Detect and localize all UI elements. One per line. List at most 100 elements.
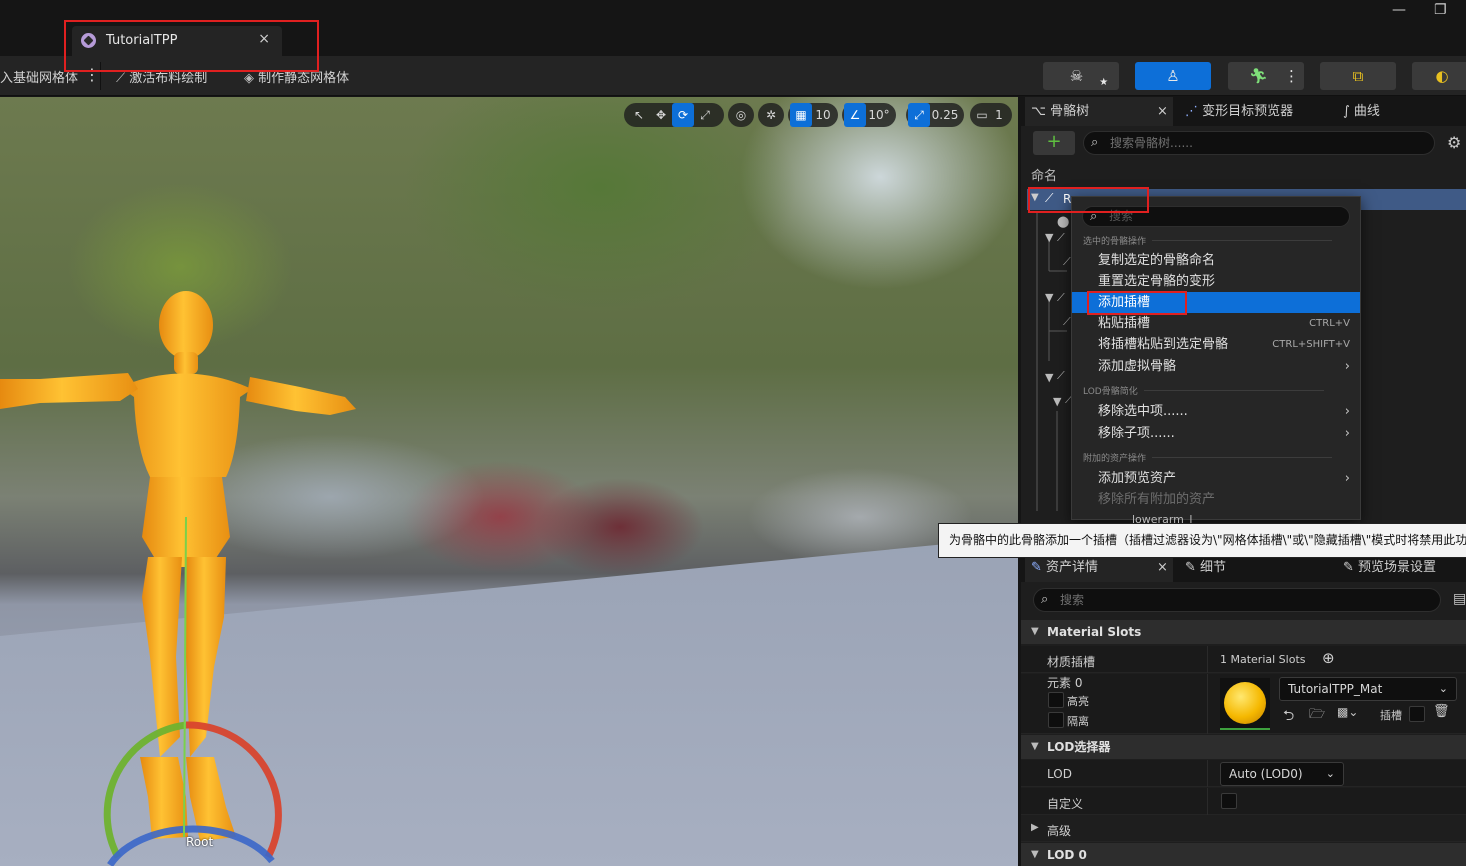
collapse-triangle-icon: ▼ xyxy=(1031,741,1039,752)
trash-icon[interactable]: 🗑 xyxy=(1433,704,1450,719)
menu-add-preview-asset[interactable]: 添加预览资产 › xyxy=(1072,468,1360,489)
grid-snap-toggle[interactable]: ▦ 10 xyxy=(788,103,838,127)
details-pencil-icon: ✎ xyxy=(1185,560,1196,575)
add-slot-icon[interactable]: ⊕ xyxy=(1322,649,1335,667)
settings-gear-icon[interactable]: ⚙ xyxy=(1447,133,1461,152)
lod-select-value: Auto (LOD0) xyxy=(1229,767,1303,781)
scale-tool-icon[interactable]: ⤢ xyxy=(694,103,716,127)
minimize-button[interactable]: — xyxy=(1392,2,1406,18)
world-space-icon: ◎ xyxy=(735,108,747,122)
collapse-triangle-icon: ▼ xyxy=(1031,849,1039,860)
curve-icon: ∫ xyxy=(1343,104,1350,119)
use-selected-icon[interactable]: ▩⌄ xyxy=(1337,705,1358,719)
lod-select[interactable]: Auto (LOD0) ⌄ xyxy=(1220,762,1344,786)
menu-remove-children[interactable]: 移除子项...... › xyxy=(1072,423,1360,444)
tab-morph-target-preview[interactable]: ⋰ 变形目标预览器 xyxy=(1185,97,1335,126)
svg-text:▼: ▼ xyxy=(1045,371,1054,384)
menu-reset-bone-transforms[interactable]: 重置选定骨骼的变形 xyxy=(1072,271,1360,292)
scale-snap-toggle[interactable]: ⤢ 0.25 xyxy=(906,103,964,127)
custom-checkbox[interactable] xyxy=(1221,793,1237,809)
svg-text:⟋: ⟋ xyxy=(1063,255,1071,268)
angle-snap-value: 10° xyxy=(868,108,890,122)
skeleton-tree-search-input[interactable]: ⌕ 搜索骨骼树...... xyxy=(1083,131,1435,155)
preview-viewport[interactable]: ↖ ✥ ⟳ ⤢ ◎ ✲ ▦ 10 ∠ 10° ⤢ 0.25 ▭ 1 Root xyxy=(0,97,1018,866)
preview-settings-icon: ✎ xyxy=(1343,560,1354,575)
mannequin-figure xyxy=(0,291,356,866)
skeleton-tabs: ⌥ 骨骼树 × ⋰ 变形目标预览器 ∫ 曲线 xyxy=(1021,97,1466,126)
highlight-label: 高亮 xyxy=(1067,695,1089,708)
skeletal-mesh-mode-button[interactable]: ♙ xyxy=(1135,62,1211,90)
close-tab-icon[interactable]: × xyxy=(1157,97,1168,126)
menu-add-preview-asset-label: 添加预览资产 xyxy=(1098,471,1177,486)
material-slots-label: 材质插槽 xyxy=(1047,655,1096,669)
details-search-input[interactable]: ⌕ 搜索 xyxy=(1033,588,1441,612)
angle-snap-toggle[interactable]: ∠ 10° xyxy=(842,103,896,127)
submenu-arrow-icon: › xyxy=(1344,426,1350,441)
angle-snap-icon: ∠ xyxy=(844,103,866,127)
physics-mode-button[interactable]: ◐ xyxy=(1412,62,1466,90)
grid-snap-icon: ▦ xyxy=(790,103,812,127)
menu-paste-socket[interactable]: 粘贴插槽 CTRL+V xyxy=(1072,313,1360,334)
asset-details-icon: ✎ xyxy=(1031,560,1042,575)
move-tool-icon[interactable]: ✥ xyxy=(650,103,672,127)
rotate-tool-icon[interactable]: ⟳ xyxy=(672,103,694,127)
menu-paste-socket-label: 粘贴插槽 xyxy=(1098,316,1151,331)
scale-snap-value: 0.25 xyxy=(931,108,959,122)
grid-snap-value: 10 xyxy=(815,108,831,122)
material-thumbnail[interactable] xyxy=(1220,678,1270,730)
surface-snap-icon: ✲ xyxy=(765,108,777,122)
chevron-down-icon: ⌄ xyxy=(1438,682,1448,695)
advanced-row[interactable]: ▶ 高级 xyxy=(1021,816,1466,842)
material-slots-count: 1 Material Slots xyxy=(1220,653,1306,666)
animation-mode-button[interactable]: 🏃︎ ⋮ xyxy=(1228,62,1304,90)
category-lod-picker[interactable]: ▼ LOD选择器 xyxy=(1021,735,1466,759)
menu-copy-bone-names[interactable]: 复制选定的骨骼命名 xyxy=(1072,250,1360,271)
category-material-slots-label: Material Slots xyxy=(1047,625,1142,639)
running-figure-icon: 🏃︎ xyxy=(1248,67,1269,85)
reset-arrow-icon[interactable]: ⮌ xyxy=(1283,705,1294,729)
annotation-box-root-bone xyxy=(1028,187,1149,213)
material-select-value: TutorialTPP_Mat xyxy=(1288,682,1383,696)
section-lod-bone-reduction: LOD骨骼简化 xyxy=(1083,384,1323,397)
local-space-toggle[interactable]: ◎ xyxy=(728,103,754,127)
highlight-checkbox[interactable] xyxy=(1048,692,1064,708)
material-slots-row: 材质插槽 1 Material Slots ⊕ xyxy=(1021,646,1466,673)
menu-remove-children-label: 移除子项...... xyxy=(1098,426,1175,441)
category-lod0-label: LOD 0 xyxy=(1047,848,1087,862)
surface-snap-toggle[interactable]: ✲ xyxy=(758,103,784,127)
browse-folder-icon[interactable]: 🗁 xyxy=(1309,705,1325,727)
tab-preview-scene-label: 预览场景设置 xyxy=(1358,560,1437,575)
menu-add-virtual-bone[interactable]: 添加虚拟骨骼 › xyxy=(1072,356,1360,377)
menu-remove-selected[interactable]: 移除选中项...... › xyxy=(1072,401,1360,422)
static-mesh-icon: ◈ xyxy=(244,71,259,86)
blueprint-icon: ⧉ xyxy=(1352,67,1364,85)
maximize-button[interactable]: ❐ xyxy=(1434,2,1447,18)
material-select[interactable]: TutorialTPP_Mat ⌄ xyxy=(1279,677,1457,701)
submenu-arrow-icon: › xyxy=(1344,359,1350,374)
slot-checkbox[interactable] xyxy=(1409,706,1425,722)
camera-speed-button[interactable]: ▭ 1 xyxy=(970,103,1012,127)
make-static-mesh-label: 制作静态网格体 xyxy=(258,71,350,86)
slot-label: 插槽 xyxy=(1380,709,1402,722)
svg-text:⟋: ⟋ xyxy=(1057,231,1065,244)
category-lod0[interactable]: ▼ LOD 0 xyxy=(1021,843,1466,866)
collapse-triangle-icon: ▼ xyxy=(1031,626,1039,637)
skeleton-tree-icon: ⌥ xyxy=(1031,104,1046,119)
select-tool-icon[interactable]: ↖ xyxy=(628,103,650,127)
table-view-icon[interactable]: ▤ xyxy=(1453,591,1466,607)
category-material-slots[interactable]: ▼ Material Slots xyxy=(1021,620,1466,644)
svg-text:⬤: ⬤ xyxy=(1057,215,1069,228)
svg-text:▼: ▼ xyxy=(1053,395,1062,408)
blueprint-mode-button[interactable]: ⧉ xyxy=(1320,62,1396,90)
add-button[interactable]: + xyxy=(1033,131,1075,155)
menu-paste-socket-to-bone[interactable]: 将插槽粘贴到选定骨骼 CTRL+SHIFT+V xyxy=(1072,334,1360,355)
isolate-checkbox[interactable] xyxy=(1048,712,1064,728)
submenu-arrow-icon: › xyxy=(1344,404,1350,419)
tab-skeleton-tree-label: 骨骼树 xyxy=(1050,104,1090,119)
tab-curves[interactable]: ∫ 曲线 xyxy=(1343,97,1463,126)
tab-skeleton-tree[interactable]: ⌥ 骨骼树 × xyxy=(1025,97,1173,126)
section-attached-asset-actions: 附加的资产操作 xyxy=(1083,451,1333,464)
details-search-placeholder: 搜索 xyxy=(1060,593,1085,607)
svg-text:▼: ▼ xyxy=(1045,291,1054,304)
skeleton-mode-button[interactable]: ☠ ★ xyxy=(1043,62,1119,90)
